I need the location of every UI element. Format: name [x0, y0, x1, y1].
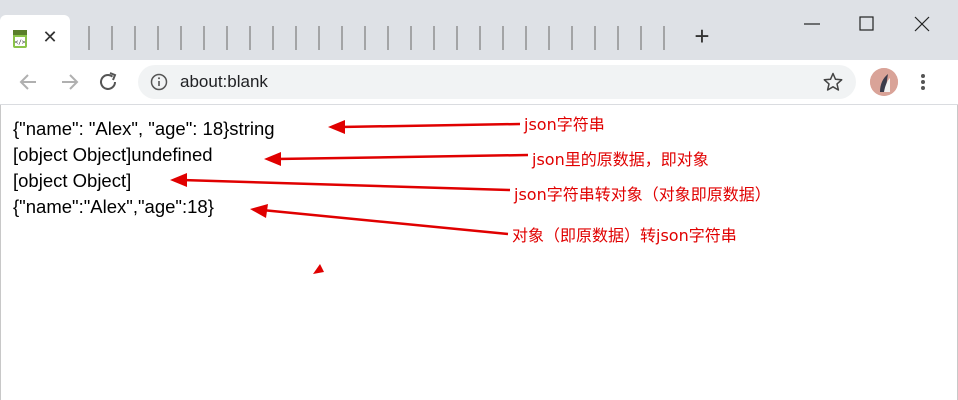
- output-line-3: [object Object]: [13, 170, 132, 191]
- active-tab[interactable]: </> ✕: [0, 15, 70, 60]
- maximize-icon[interactable]: [855, 14, 879, 34]
- tab-dividers: [88, 26, 665, 50]
- annotation-3: json字符串转对象（对象即原数据）: [514, 185, 771, 204]
- minimize-icon[interactable]: [800, 14, 824, 34]
- info-icon[interactable]: [150, 73, 168, 91]
- output-line-2: [object Object]undefined: [13, 144, 213, 165]
- address-bar[interactable]: about:blank: [138, 65, 856, 99]
- output-line-1: {"name": "Alex", "age": 18}string: [13, 118, 275, 139]
- output-line-4: {"name":"Alex","age":18}: [13, 196, 214, 217]
- close-window-icon[interactable]: [910, 12, 934, 36]
- page-content: {"name": "Alex", "age": 18}string [objec…: [0, 105, 958, 400]
- annotation-2: json里的原数据，即对象: [532, 150, 709, 169]
- tab-close-button[interactable]: ✕: [40, 27, 60, 47]
- annotation-4: 对象（即原数据）转json字符串: [512, 226, 737, 245]
- back-arrow-icon[interactable]: [16, 70, 42, 94]
- svg-text:</>: </>: [15, 39, 26, 46]
- url-text[interactable]: about:blank: [180, 71, 268, 93]
- tab-strip: </> ✕ +: [0, 0, 958, 60]
- reload-icon[interactable]: [96, 70, 122, 94]
- new-tab-button[interactable]: +: [690, 22, 714, 50]
- menu-dots-icon[interactable]: [916, 70, 930, 94]
- forward-arrow-icon[interactable]: [56, 70, 82, 94]
- avatar[interactable]: [870, 68, 898, 96]
- html-file-icon: </>: [13, 30, 27, 48]
- annotation-1: json字符串: [524, 115, 605, 134]
- profile-picture-icon: [870, 68, 898, 96]
- star-icon[interactable]: [822, 71, 844, 93]
- toolbar: about:blank: [0, 60, 958, 105]
